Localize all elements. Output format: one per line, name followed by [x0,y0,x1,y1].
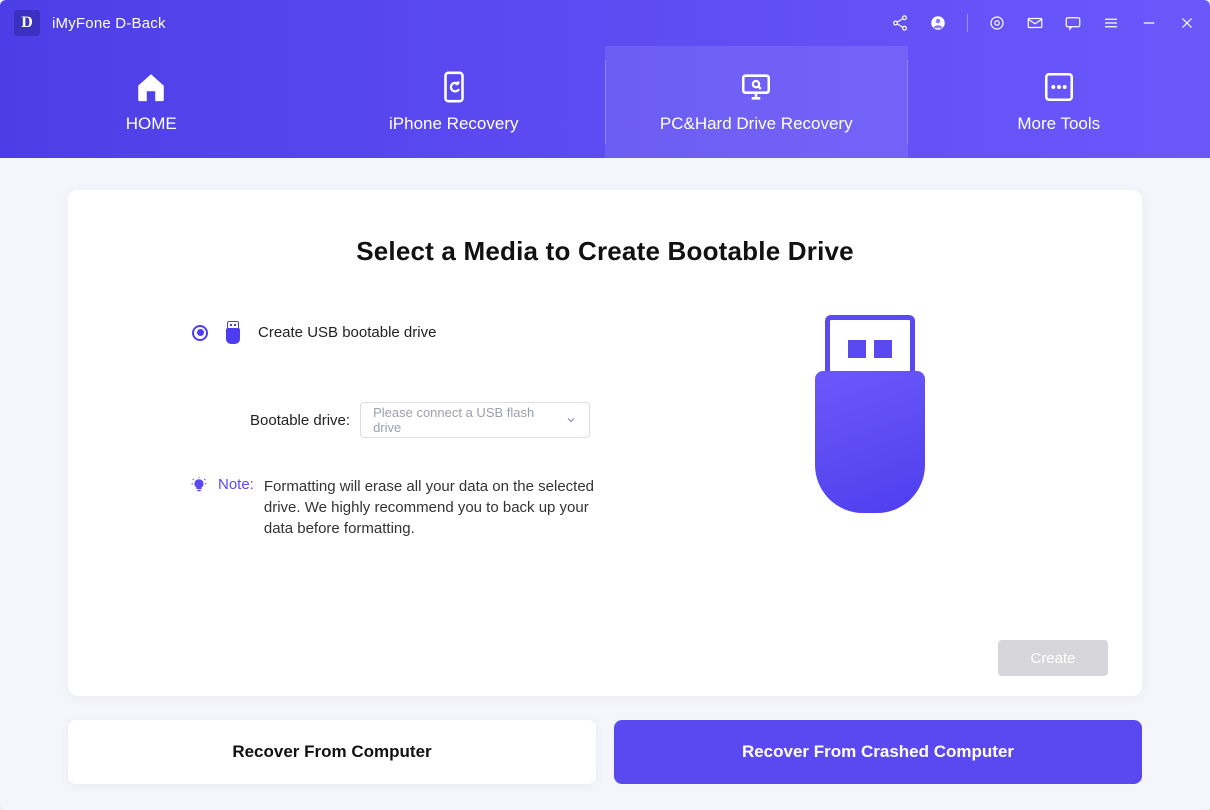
more-icon [1042,70,1076,104]
app-window: D iMyFone D-Back [0,0,1210,810]
nav-home[interactable]: HOME [0,46,303,158]
note-label: Note: [218,476,254,493]
nav-more-tools[interactable]: More Tools [908,46,1210,158]
phone-refresh-icon [437,70,471,104]
close-icon[interactable] [1178,14,1196,32]
select-placeholder: Please connect a USB flash drive [373,405,565,435]
home-icon [134,70,168,104]
app-logo: D [14,10,40,36]
bootable-drive-field: Bootable drive: Please connect a USB fla… [250,402,641,438]
menu-icon[interactable] [1102,14,1120,32]
title-bar-actions [891,14,1196,32]
usb-drive-illustration [815,315,925,513]
settings-icon[interactable] [988,14,1006,32]
card-content: Create USB bootable drive Bootable drive… [132,321,1078,676]
note-text: Formatting will erase all your data on t… [264,476,614,539]
mail-icon[interactable] [1026,14,1044,32]
lightbulb-icon [190,477,208,495]
option-usb-bootable[interactable]: Create USB bootable drive [192,321,641,344]
create-button[interactable]: Create [998,640,1108,676]
field-label: Bootable drive: [250,412,350,429]
bootable-drive-card: Select a Media to Create Bootable Drive … [68,190,1142,696]
nav-label: PC&Hard Drive Recovery [660,114,853,134]
note-row: Note: Formatting will erase all your dat… [190,476,641,539]
app-title: iMyFone D-Back [52,15,166,32]
usb-mini-icon [224,321,242,344]
main-nav: HOME iPhone Recovery PC&Hard Drive Recov… [0,46,1210,158]
page-body: Select a Media to Create Bootable Drive … [0,158,1210,810]
chevron-down-icon [565,414,577,426]
nav-iphone-recovery[interactable]: iPhone Recovery [303,46,606,158]
recover-from-computer-button[interactable]: Recover From Computer [68,720,596,784]
monitor-search-icon [739,70,773,104]
nav-pc-recovery[interactable]: PC&Hard Drive Recovery [605,46,908,158]
nav-label: More Tools [1017,114,1100,134]
illustration-column [661,321,1078,676]
account-icon[interactable] [929,14,947,32]
feedback-icon[interactable] [1064,14,1082,32]
bottom-actions: Recover From Computer Recover From Crash… [68,720,1142,784]
radio-selected-icon [192,325,208,341]
page-heading: Select a Media to Create Bootable Drive [132,236,1078,267]
bootable-drive-select[interactable]: Please connect a USB flash drive [360,402,590,438]
minimize-icon[interactable] [1140,14,1158,32]
options-column: Create USB bootable drive Bootable drive… [132,321,661,676]
title-bar: D iMyFone D-Back [0,0,1210,46]
share-icon[interactable] [891,14,909,32]
recover-from-crashed-computer-button[interactable]: Recover From Crashed Computer [614,720,1142,784]
nav-label: HOME [126,114,177,134]
separator [967,14,968,32]
option-label: Create USB bootable drive [258,324,436,341]
nav-label: iPhone Recovery [389,114,518,134]
